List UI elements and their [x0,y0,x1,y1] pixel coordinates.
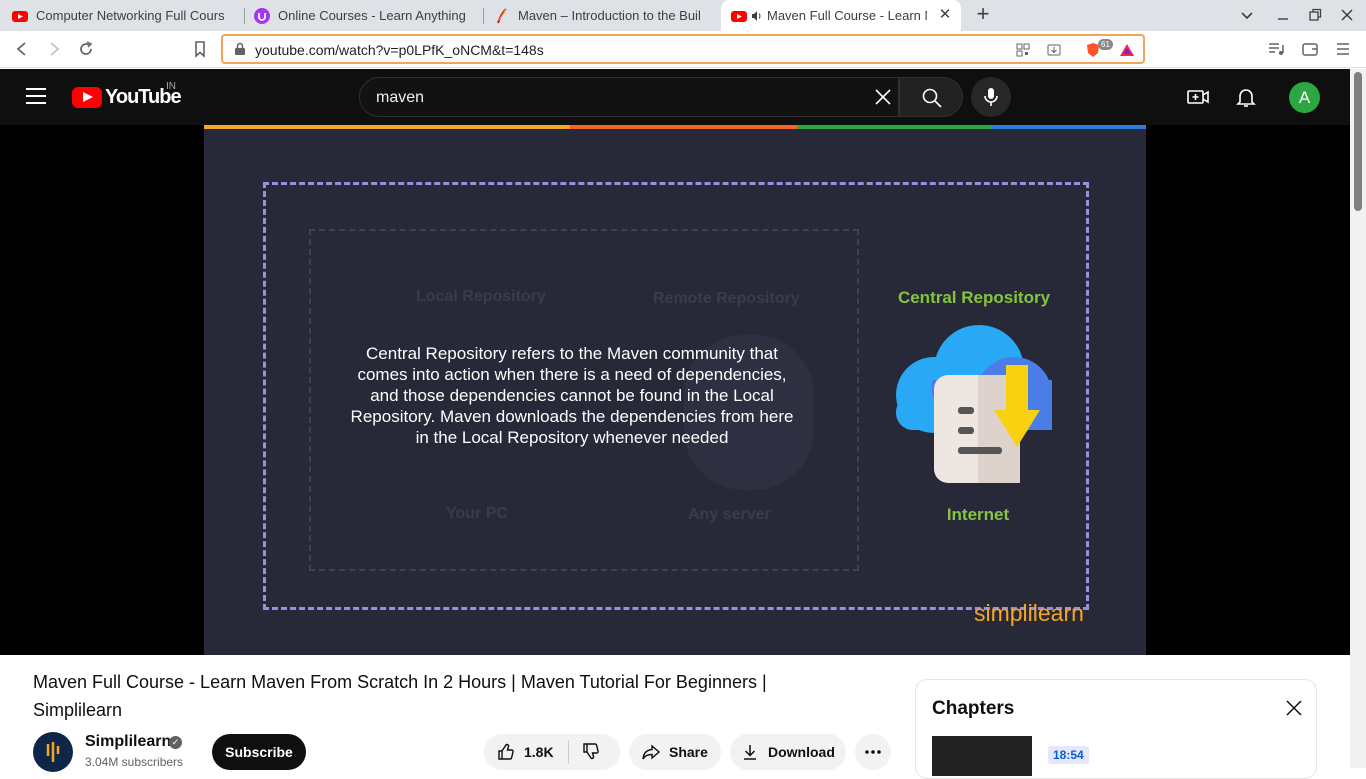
channel-avatar[interactable] [33,732,73,772]
maven-feather-icon [497,7,507,23]
download-label: Download [768,744,835,760]
scrollbar-thumb[interactable] [1354,72,1362,211]
install-icon[interactable] [1046,42,1062,58]
tab-title: Maven Full Course - Learn M [767,8,927,23]
more-actions-button[interactable] [855,734,891,770]
youtube-play-icon [72,86,102,108]
like-button[interactable]: 1.8K [484,740,569,764]
browser-toolbar: youtube.com/watch?v=p0LPfK_oNCM&t=148s 6… [0,31,1366,68]
simplilearn-logo-icon [46,742,60,762]
shields-count-badge: 61 [1098,39,1113,50]
reload-icon[interactable] [76,39,96,59]
video-player[interactable]: Local Repository Remote Repository Your … [204,125,1146,655]
new-tab-button[interactable]: + [972,3,994,26]
thumbs-up-icon [498,743,514,760]
media-queue-icon[interactable] [1266,39,1286,59]
tab-title: Computer Networking Full Cours [36,8,225,23]
browser-tab-bar: Computer Networking Full Cours Online Co… [0,0,1366,31]
tab-title: Maven – Introduction to the Buil [518,8,701,23]
bookmark-icon[interactable] [190,39,210,59]
tab-online-courses[interactable]: Online Courses - Learn Anything [244,0,482,31]
central-repository-label: Central Repository [897,288,1051,307]
country-code: IN [166,81,176,92]
restore-icon[interactable] [1306,6,1324,24]
download-icon [744,745,756,760]
simplilearn-watermark: simplilearn [974,600,1084,626]
internet-label: Internet [946,505,1010,524]
notifications-bell-icon[interactable] [1234,85,1258,109]
faded-local-repository-label: Local Repository [416,288,546,305]
address-bar[interactable]: youtube.com/watch?v=p0LPfK_oNCM&t=148s 6… [221,34,1145,64]
chapter-thumbnail[interactable] [932,736,1032,776]
menu-icon[interactable] [1333,39,1353,59]
clear-search-icon[interactable] [872,86,894,108]
faded-any-server-label: Any server [688,506,771,523]
tab-computer-networking[interactable]: Computer Networking Full Cours [2,0,242,31]
back-icon[interactable] [12,39,32,59]
like-dislike-group: 1.8K [484,734,620,770]
video-title: Maven Full Course - Learn Maven From Scr… [33,672,767,720]
close-icon[interactable]: ✕ [937,7,953,23]
thumbs-down-icon [582,742,599,759]
verified-check-icon: ✓ [169,736,182,749]
search-query-text: maven [376,89,425,106]
chapters-panel: Chapters 18:54 [915,679,1317,779]
video-caption-text: Central Repository refers to the Maven c… [350,344,794,447]
chapters-heading: Chapters [932,698,1015,719]
like-count: 1.8K [524,744,554,760]
brave-rewards-icon[interactable] [1119,42,1135,58]
minimize-icon[interactable] [1274,6,1292,24]
qr-code-icon[interactable] [1015,42,1031,58]
page-scrollbar[interactable] [1350,69,1366,768]
faded-remote-repository-label: Remote Repository [653,290,800,307]
dislike-button[interactable] [569,741,613,764]
search-button[interactable] [899,77,963,117]
youtube-logo[interactable]: YouTube [72,86,182,108]
share-button[interactable]: Share [629,734,721,770]
faded-your-pc-label: Your PC [446,505,508,522]
subscribe-button[interactable]: Subscribe [212,734,306,770]
wallet-icon[interactable] [1300,39,1320,59]
voice-search-button[interactable] [971,77,1011,117]
cloud-download-icon [896,325,1052,483]
more-horizontal-icon [865,750,881,754]
create-video-icon[interactable] [1186,85,1210,109]
forward-icon[interactable] [44,39,64,59]
youtube-icon [731,10,747,22]
close-window-icon[interactable] [1338,6,1356,24]
search-input[interactable]: maven [359,77,899,117]
download-button[interactable]: Download [730,734,846,770]
tab-maven-introduction[interactable]: Maven – Introduction to the Buil [484,0,718,31]
channel-name[interactable]: Simplilearn [85,733,171,751]
share-icon [642,744,661,760]
speaker-icon[interactable] [751,8,763,24]
subscriber-count: 3.04M subscribers [85,755,184,769]
tab-title: Online Courses - Learn Anything [278,8,466,23]
color-accent-bar [204,125,1146,129]
chapter-timestamp[interactable]: 18:54 [1048,746,1089,764]
account-avatar[interactable]: A [1289,82,1320,113]
tab-search-chevron-icon[interactable] [1238,6,1256,24]
youtube-header: YouTube IN maven A [0,69,1350,125]
share-label: Share [669,744,708,760]
search-icon [922,88,942,108]
url-text: youtube.com/watch?v=p0LPfK_oNCM&t=148s [255,42,544,58]
lock-icon [235,42,245,55]
youtube-icon [12,10,28,22]
microphone-icon [984,88,998,106]
tab-maven-full-course[interactable]: Maven Full Course - Learn M ✕ [721,0,961,31]
hamburger-menu-icon[interactable] [26,88,46,104]
udemy-icon [254,7,270,24]
close-icon[interactable] [1284,698,1304,718]
